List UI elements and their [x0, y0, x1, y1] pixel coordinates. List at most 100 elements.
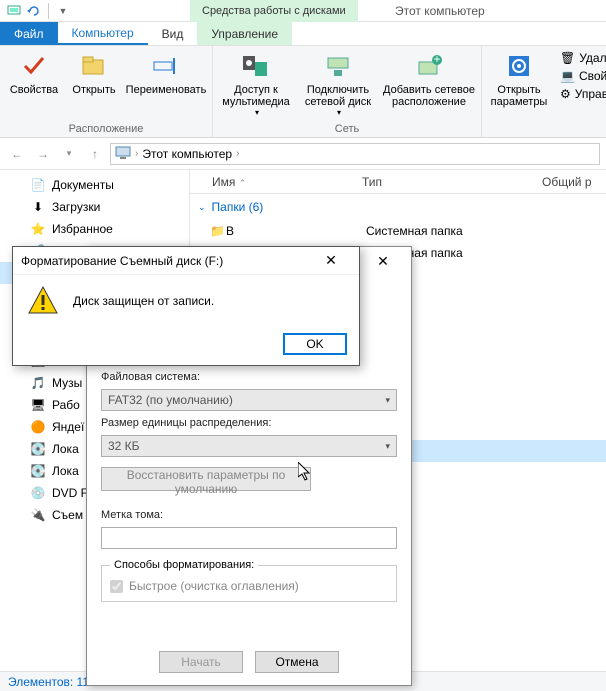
breadcrumb-this-pc[interactable]: Этот компьютер	[142, 147, 232, 161]
nav-item-label: Рабо	[52, 398, 80, 412]
item-type: Системная папка	[366, 224, 546, 238]
folder-icon: 📁	[210, 224, 226, 238]
fs-select[interactable]: FAT32 (по умолчанию)▾	[101, 389, 397, 411]
ok-button[interactable]: OK	[283, 333, 347, 355]
group-folders[interactable]: ⌄ Папки (6)	[190, 194, 606, 220]
drive-network-icon	[322, 50, 354, 82]
quick-format-checkbox[interactable]: Быстрое (очистка оглавления)	[110, 579, 388, 593]
nav-item-label: Лока	[52, 464, 79, 478]
uninstall-icon: 🗑	[560, 51, 575, 65]
alert-message: Диск защищен от записи.	[73, 294, 214, 308]
qat-dropdown-icon[interactable]: ▼	[55, 3, 71, 19]
au-label: Размер единицы распределения:	[101, 417, 397, 429]
add-location-button[interactable]: + Добавить сетевое расположение	[383, 48, 475, 108]
ribbon: Свойства Открыть Переименовать Расположе…	[0, 46, 606, 138]
window-title: Этот компьютер	[395, 0, 485, 22]
options-legend: Способы форматирования:	[110, 559, 258, 571]
ribbon-tabs: Файл Компьютер Вид Управление	[0, 22, 606, 46]
start-button[interactable]: Начать	[159, 651, 243, 673]
nav-item-label: Яндеї	[52, 420, 84, 434]
tab-view[interactable]: Вид	[148, 22, 198, 45]
au-select[interactable]: 32 КБ▾	[101, 435, 397, 457]
nav-item-label: Музы	[52, 376, 82, 390]
restore-defaults-button[interactable]: Восстановить параметры по умолчанию	[101, 467, 311, 491]
volume-label: Метка тома:	[101, 509, 397, 521]
music-icon: 🎵	[30, 375, 46, 391]
properties-button[interactable]: Свойства	[6, 48, 62, 96]
group-label-network: Сеть	[219, 123, 475, 136]
sys-properties-button[interactable]: 💻Свойст	[558, 68, 606, 84]
alert-close-button[interactable]: ✕	[311, 249, 351, 273]
volume-input[interactable]	[101, 527, 397, 549]
desktop-icon: 🖥	[30, 397, 46, 413]
list-item[interactable]: 📁ВСистемная папка	[190, 220, 606, 242]
rename-button[interactable]: Переименовать	[126, 48, 206, 96]
tab-file[interactable]: Файл	[0, 22, 58, 45]
nav-item-label: Съем	[52, 508, 83, 522]
manage-icon: ⚙	[560, 87, 571, 101]
nav-item[interactable]: ⬇ Загрузки	[0, 196, 189, 218]
group-label-system	[488, 135, 606, 136]
item-name: В	[226, 224, 366, 238]
nav-item[interactable]: 📄 Документы	[0, 174, 189, 196]
open-icon	[78, 50, 110, 82]
tab-computer[interactable]: Компьютер	[58, 22, 148, 45]
nav-item-label: Лока	[52, 442, 79, 456]
nav-item-label: Загрузки	[52, 200, 100, 214]
group-label-location: Расположение	[6, 123, 206, 136]
format-options-fieldset: Способы форматирования: Быстрое (очистка…	[101, 559, 397, 602]
address-bar: ← → ▾ ↑ › Этот компьютер ›	[0, 138, 606, 170]
rename-icon	[150, 50, 182, 82]
column-headers: Имя ⌃ Тип Общий р	[190, 170, 606, 194]
uninstall-button[interactable]: 🗑Удалить	[558, 50, 606, 66]
document-icon: 📄	[30, 177, 46, 193]
close-format-button[interactable]: Отмена	[255, 651, 339, 673]
chevron-down-icon: ⌄	[198, 202, 206, 213]
nav-item[interactable]: ⭐Избранное	[0, 218, 189, 240]
column-size[interactable]: Общий р	[534, 175, 606, 189]
yandex-icon: 🟠	[30, 419, 46, 435]
map-drive-button[interactable]: Подключить сетевой диск▾	[301, 48, 375, 117]
download-icon: ⬇	[30, 199, 46, 215]
forward-button[interactable]: →	[32, 143, 54, 165]
dvd-icon: 💿	[30, 485, 46, 501]
nav-item-label: Документы	[52, 178, 114, 192]
tab-manage[interactable]: Управление	[197, 22, 292, 45]
back-button[interactable]: ←	[6, 143, 28, 165]
contextual-tab-header: Средства работы с дисками	[190, 0, 358, 22]
quick-format-input[interactable]	[110, 580, 123, 593]
media-access-button[interactable]: Доступ к мультимедиа▾	[219, 48, 293, 117]
history-dropdown[interactable]: ▾	[58, 143, 80, 165]
redo-icon[interactable]	[26, 3, 42, 19]
close-button[interactable]: ✕	[363, 249, 403, 273]
alert-title: Форматирование Съемный диск (F:)	[21, 254, 223, 268]
warning-icon	[27, 285, 59, 317]
status-item-count: Элементов: 11	[8, 675, 89, 689]
nav-item-label: DVD F	[52, 486, 88, 500]
pc-icon	[6, 3, 22, 19]
svg-text:+: +	[433, 52, 440, 66]
settings-icon	[503, 50, 535, 82]
system-small-buttons: 🗑Удалить 💻Свойст ⚙Управлє	[558, 48, 606, 102]
separator	[48, 3, 49, 19]
drive-icon: 💽	[30, 463, 46, 479]
address-box[interactable]: › Этот компьютер ›	[110, 143, 600, 165]
chevron-right-icon[interactable]: ›	[236, 148, 239, 159]
media-icon	[240, 50, 272, 82]
chevron-right-icon[interactable]: ›	[135, 148, 138, 159]
usb-icon: 🔌	[30, 507, 46, 523]
column-type[interactable]: Тип	[354, 175, 534, 189]
fs-label: Файловая система:	[101, 371, 397, 383]
nav-item-label: Избранное	[52, 222, 113, 236]
column-name[interactable]: Имя ⌃	[204, 175, 354, 189]
alert-dialog: Форматирование Съемный диск (F:) ✕ Диск …	[12, 246, 360, 366]
manage-button[interactable]: ⚙Управлє	[558, 86, 606, 102]
ribbon-group-system: Открыть параметры 🗑Удалить 💻Свойст ⚙Упра…	[482, 46, 606, 137]
open-button[interactable]: Открыть	[70, 48, 118, 96]
alert-titlebar: Форматирование Съемный диск (F:) ✕	[13, 247, 359, 275]
sys-icon: 💻	[560, 69, 575, 83]
add-network-icon: +	[413, 50, 445, 82]
open-settings-button[interactable]: Открыть параметры	[488, 48, 550, 108]
ribbon-group-location: Свойства Открыть Переименовать Расположе…	[0, 46, 213, 137]
up-button[interactable]: ↑	[84, 143, 106, 165]
